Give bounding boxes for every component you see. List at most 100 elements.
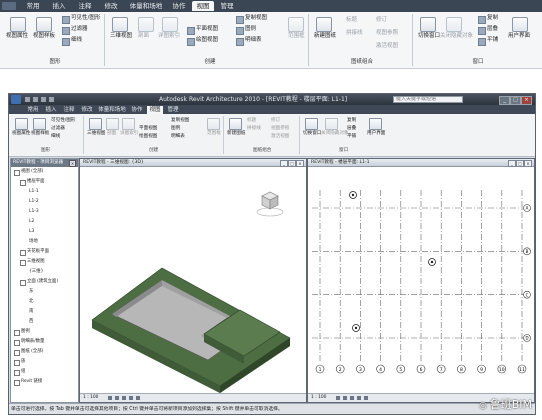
browser-tree-item[interactable]: 南 [26, 309, 33, 315]
cascade-button[interactable]: 层叠 [487, 26, 498, 33]
activate-view-button[interactable]: 激活视图 [271, 134, 289, 140]
user-interface-icon[interactable] [512, 17, 528, 32]
duplicate-view-button[interactable]: 复制视图 [171, 118, 189, 124]
open-icon[interactable] [25, 97, 30, 102]
tile-button[interactable]: 平铺 [487, 37, 498, 44]
crop-view-icon[interactable] [129, 396, 133, 400]
top-tab-view[interactable]: 视图 [192, 1, 214, 11]
browser-tree-item[interactable]: 场地 [26, 239, 38, 245]
browser-close-icon[interactable]: × [69, 160, 76, 167]
tab-insert[interactable]: 插入 [43, 106, 59, 114]
search-input[interactable] [393, 96, 463, 103]
expand-toggle-icon[interactable] [14, 360, 20, 366]
thin-lines-icon[interactable] [62, 38, 70, 46]
floor-plan-canvas[interactable]: 1 2 3 4 5 6 7 8 9 10 11 A B C D [308, 168, 534, 393]
scope-box-icon[interactable] [207, 118, 220, 130]
save-icon[interactable] [33, 97, 38, 102]
browser-tree-item[interactable]: 楼层平面 [20, 179, 45, 186]
filters-button[interactable]: 过滤器 [51, 126, 65, 132]
duplicate-view-button[interactable]: 复制视图 [245, 15, 267, 22]
view-minimize-icon[interactable]: _ [280, 160, 288, 167]
view-template-icon[interactable] [36, 17, 52, 32]
legends-button[interactable]: 图例 [245, 26, 256, 33]
user-interface-icon[interactable] [369, 118, 382, 130]
drafting-view-button[interactable]: 绘图视图 [196, 37, 218, 44]
browser-tree-item[interactable]: 族 [14, 359, 25, 366]
top-tab-manage[interactable]: 管理 [216, 1, 238, 11]
duplicate-view-icon[interactable] [236, 16, 244, 24]
scope-box-icon[interactable] [288, 17, 304, 32]
view-close-icon[interactable]: × [296, 160, 304, 167]
top-tab-massing[interactable]: 体量和场地 [126, 1, 166, 11]
filters-button[interactable]: 过滤器 [71, 26, 88, 33]
tab-modify[interactable]: 修改 [79, 106, 95, 114]
browser-tree-item[interactable]: L2 [26, 219, 34, 225]
schedules-button[interactable]: 明细表 [171, 134, 185, 140]
title-block-button[interactable]: 标题 [346, 17, 357, 24]
section-icon[interactable] [106, 118, 119, 130]
expand-toggle-icon[interactable] [14, 350, 20, 356]
view-close-icon[interactable]: × [524, 160, 532, 167]
title-block-button[interactable]: 标题 [247, 118, 256, 124]
tile-button[interactable]: 平铺 [347, 134, 356, 140]
matchline-button[interactable]: 拼接线 [346, 30, 363, 37]
thin-lines-button[interactable]: 细线 [71, 37, 82, 44]
view-restore-icon[interactable]: □ [516, 160, 524, 167]
callout-icon[interactable] [122, 118, 135, 130]
top-tab-annotate[interactable]: 注释 [74, 1, 96, 11]
browser-tree-item[interactable]: 北 [26, 299, 33, 305]
switch-windows-icon[interactable] [305, 118, 318, 130]
expand-toggle-icon[interactable] [20, 260, 26, 266]
tab-annotate[interactable]: 注释 [61, 106, 77, 114]
tab-view[interactable]: 视图 [147, 106, 163, 114]
legends-icon[interactable] [236, 27, 244, 35]
view-plan-window[interactable]: REVIT教程 - 楼层平面: L1-1 _ □ × 1 2 3 4 5 6 7 8 9 10 11… [307, 158, 535, 403]
browser-tree-item[interactable]: L1-2 [26, 199, 39, 205]
plan-views-button[interactable]: 平面视图 [139, 126, 157, 132]
browser-tree-item[interactable]: {三维} [26, 269, 43, 275]
drafting-view-icon[interactable] [187, 38, 195, 46]
view-reference-button[interactable]: 视图参照 [376, 30, 398, 37]
browser-tree-item[interactable]: Revit 链接 [14, 379, 42, 386]
view-scale[interactable]: 1 : 100 [311, 395, 326, 401]
expand-toggle-icon[interactable] [20, 180, 26, 186]
expand-toggle-icon[interactable] [14, 170, 20, 176]
cascade-icon[interactable] [478, 27, 486, 35]
matchline-button[interactable]: 拼接线 [247, 126, 261, 132]
schedules-button[interactable]: 明细表 [245, 37, 262, 44]
view-scale[interactable]: 1 : 100 [83, 395, 98, 401]
top-tab-modify[interactable]: 修改 [100, 1, 122, 11]
view-reference-button[interactable]: 视图参照 [271, 126, 289, 132]
plan-views-icon[interactable] [187, 27, 195, 35]
view-restore-icon[interactable]: □ [288, 160, 296, 167]
expand-toggle-icon[interactable] [20, 250, 26, 256]
replicate-icon[interactable] [478, 16, 486, 24]
app-logo-icon[interactable] [11, 95, 21, 104]
browser-tree-item[interactable]: 三维视图 [20, 259, 45, 266]
expand-toggle-icon[interactable] [14, 330, 20, 336]
browser-tree-item[interactable]: 明细表/数量 [14, 339, 44, 346]
browser-tree-item[interactable]: L1-1 [26, 189, 39, 195]
view-3d-window[interactable]: REVIT教程 - 三维视图: {3D} _ □ × 1: 100 [79, 158, 307, 403]
tab-home[interactable]: 常用 [25, 106, 41, 114]
close-icon[interactable]: × [521, 96, 532, 105]
visibility-graphics-button[interactable]: 可见性/图形 [71, 15, 100, 22]
maximize-icon[interactable]: □ [510, 96, 521, 105]
undo-icon[interactable] [41, 97, 46, 102]
browser-tree-item[interactable]: L1-3 [26, 209, 39, 215]
new-sheet-icon[interactable] [316, 17, 332, 32]
thin-lines-button[interactable]: 细线 [51, 134, 60, 140]
visual-style-icon[interactable] [343, 396, 347, 400]
close-hidden-icon[interactable] [446, 17, 462, 32]
browser-tree-item[interactable]: 组 [14, 369, 25, 376]
temp-hide-icon[interactable] [136, 396, 140, 400]
cascade-button[interactable]: 层叠 [347, 126, 356, 132]
activate-view-button[interactable]: 激活视图 [376, 43, 398, 50]
browser-tree-item[interactable]: 立面 (建筑立面) [20, 279, 58, 286]
filters-icon[interactable] [62, 27, 70, 35]
crop-view-icon[interactable] [357, 396, 361, 400]
expand-toggle-icon[interactable] [14, 370, 20, 376]
view-minimize-icon[interactable]: _ [508, 160, 516, 167]
new-sheet-icon[interactable] [229, 118, 242, 130]
model-3d-canvas[interactable] [80, 168, 306, 393]
